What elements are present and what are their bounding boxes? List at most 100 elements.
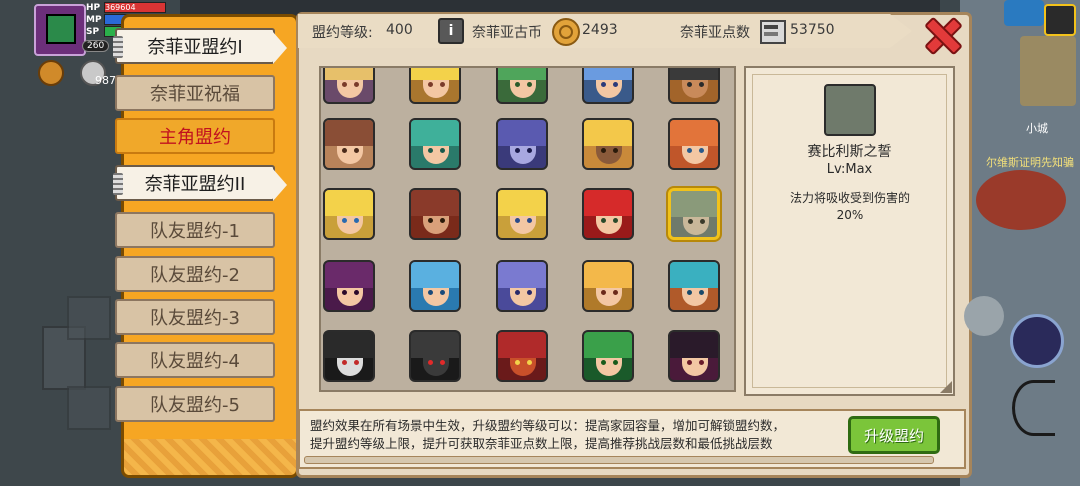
tab-teammate-pact-4[interactable]: 队友盟约-4: [115, 342, 275, 378]
pact-portrait[interactable]: [496, 330, 548, 382]
portrait-hair: [498, 332, 546, 358]
gold-partial: 987: [95, 74, 116, 87]
pact-portrait[interactable]: [582, 330, 634, 382]
portrait-eye: [601, 360, 606, 365]
tab-nephia-pact-2[interactable]: 奈菲亚盟约II: [113, 165, 287, 201]
pact-portrait[interactable]: [582, 260, 634, 312]
tab-nephia-blessing[interactable]: 奈菲亚祝福: [115, 75, 275, 111]
portrait-hair: [584, 120, 632, 146]
pact-portrait[interactable]: [582, 118, 634, 170]
resize-corner-icon: [940, 381, 952, 393]
pact-portrait[interactable]: [323, 188, 375, 240]
pact-portrait[interactable]: [668, 330, 720, 382]
tab-label: 队友盟约-2: [150, 265, 240, 286]
ring-binder-icon: [113, 36, 123, 58]
pact-portrait[interactable]: [668, 188, 720, 240]
portrait-hair: [670, 120, 718, 146]
hp-label: HP: [86, 3, 101, 13]
tab-label: 主角盟约: [159, 127, 231, 148]
portrait-hair: [670, 68, 718, 80]
portrait-eye: [527, 290, 532, 295]
pact-portrait[interactable]: [668, 260, 720, 312]
info-icon[interactable]: i: [438, 18, 464, 44]
pact-portrait[interactable]: [582, 188, 634, 240]
portrait-eye: [354, 218, 359, 223]
tab-hero-pact[interactable]: 主角盟约: [115, 118, 275, 154]
tab-nephia-pact-1[interactable]: 奈菲亚盟约I: [113, 28, 287, 64]
pact-portrait[interactable]: [496, 68, 548, 104]
hp-value: 369604: [104, 2, 166, 13]
portrait-hair: [411, 120, 459, 146]
pact-portrait[interactable]: [668, 68, 720, 104]
pact-description-line1: 法力将吸收受到伤害的: [789, 191, 910, 205]
portal-icon: [976, 170, 1066, 230]
tab-teammate-pact-2[interactable]: 队友盟约-2: [115, 256, 275, 292]
pact-portrait[interactable]: [582, 68, 634, 104]
bow-weapon-icon[interactable]: [1012, 380, 1055, 436]
portrait-eye: [515, 218, 520, 223]
pact-portrait[interactable]: [496, 188, 548, 240]
tab-label: 奈菲亚祝福: [150, 84, 240, 105]
tab-teammate-pact-3[interactable]: 队友盟约-3: [115, 299, 275, 335]
portrait-hair: [670, 262, 718, 288]
expand-icon[interactable]: [1044, 4, 1076, 36]
pact-portrait[interactable]: [496, 260, 548, 312]
portrait-eye: [515, 148, 520, 153]
pact-portrait[interactable]: [409, 68, 461, 104]
info-line-1: 盟约效果在所有场景中生效，升级盟约等级可以：提高家园容量，增加可解锁盟约数，: [310, 418, 786, 433]
pact-portrait[interactable]: [409, 330, 461, 382]
portrait-hair: [325, 120, 373, 146]
swap-icon[interactable]: [964, 296, 1004, 336]
tab-label: 奈菲亚盟约II: [144, 174, 246, 195]
portrait-eye: [428, 148, 433, 153]
info-scrollbar[interactable]: [304, 456, 934, 464]
pact-portrait[interactable]: [409, 118, 461, 170]
selected-pact-portrait: [824, 84, 876, 136]
player-avatar[interactable]: [34, 4, 86, 56]
pact-portrait[interactable]: [409, 260, 461, 312]
portrait-hair: [584, 262, 632, 288]
portrait-eye: [342, 360, 347, 365]
pact-portrait[interactable]: [323, 260, 375, 312]
buff-icon[interactable]: [38, 60, 64, 86]
portrait-eye: [601, 218, 606, 223]
pact-portrait[interactable]: [323, 118, 375, 170]
portrait-hair: [411, 190, 459, 216]
tab-label: 奈菲亚盟约I: [147, 37, 243, 58]
portrait-eye: [613, 290, 618, 295]
pact-description: 法力将吸收受到伤害的 20%: [770, 190, 930, 224]
pact-portrait[interactable]: [323, 330, 375, 382]
pact-portrait[interactable]: [323, 68, 375, 104]
close-button[interactable]: [923, 17, 957, 51]
points-label: 奈菲亚点数: [680, 25, 750, 41]
player-level: 260: [82, 40, 110, 52]
portrait-eye: [687, 290, 692, 295]
pact-portrait[interactable]: [409, 188, 461, 240]
portrait-eye: [688, 219, 693, 224]
tab-pointer-icon: [273, 169, 287, 201]
mp-label: MP: [86, 15, 102, 25]
coin-value: 2493: [582, 22, 618, 38]
portrait-eye: [613, 218, 618, 223]
portrait-eye: [342, 218, 347, 223]
tab-teammate-pact-1[interactable]: 队友盟约-1: [115, 212, 275, 248]
portrait-hair: [411, 68, 459, 80]
map-toggle-icon[interactable]: [1004, 0, 1044, 26]
portrait-eye: [687, 148, 692, 153]
portrait-eye: [440, 290, 445, 295]
portrait-eye: [342, 82, 347, 87]
pact-portrait[interactable]: [668, 118, 720, 170]
upgrade-pact-button[interactable]: 升级盟约: [848, 416, 940, 454]
pact-level-value: 400: [386, 22, 413, 38]
portrait-hair: [584, 332, 632, 358]
pact-level-label: 盟约等级:: [312, 25, 373, 41]
pact-description-line2: 20%: [836, 208, 864, 222]
minimap[interactable]: [1020, 36, 1076, 106]
portrait-eye: [613, 82, 618, 87]
portrait-grid[interactable]: [319, 66, 736, 392]
skill-button[interactable]: [1010, 314, 1064, 368]
pact-portrait[interactable]: [496, 118, 548, 170]
ribbon-end: [890, 14, 912, 48]
tab-teammate-pact-5[interactable]: 队友盟约-5: [115, 386, 275, 422]
portrait-hair: [411, 332, 459, 358]
